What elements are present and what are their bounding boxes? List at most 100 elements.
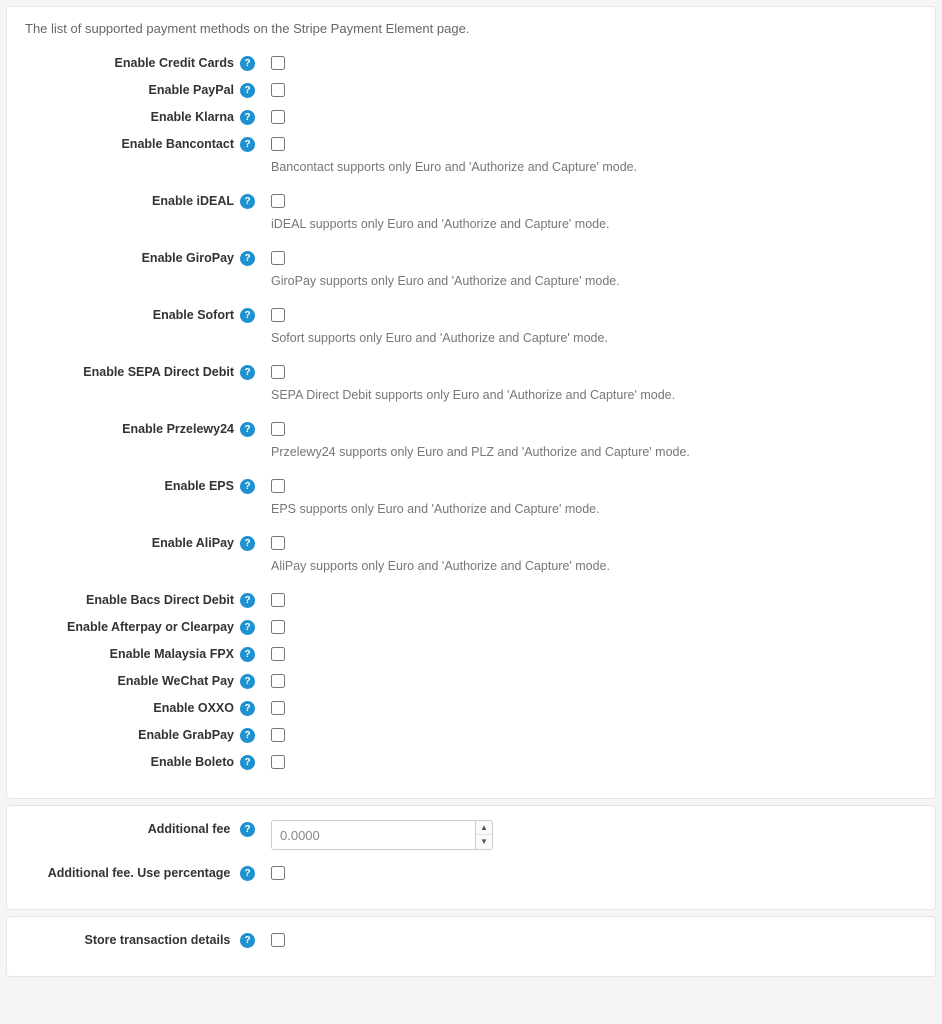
- option-checkbox-afterpay[interactable]: [271, 620, 285, 634]
- help-icon[interactable]: ?: [240, 83, 255, 98]
- option-label-ideal: Enable iDEAL: [152, 194, 234, 208]
- option-label-sepa: Enable SEPA Direct Debit: [83, 365, 234, 379]
- option-row-bancontact: Enable Bancontact?: [25, 135, 917, 154]
- option-label-grabpay: Enable GrabPay: [138, 728, 234, 742]
- help-icon[interactable]: ?: [240, 728, 255, 743]
- option-label-sofort: Enable Sofort: [153, 308, 234, 322]
- fees-panel: Additional fee ? ▲ ▼ Additional fee. Use…: [6, 805, 936, 910]
- option-row-klarna: Enable Klarna?: [25, 108, 917, 127]
- option-row-oxxo: Enable OXXO?: [25, 699, 917, 718]
- option-row-alipay: Enable AliPay?: [25, 534, 917, 553]
- help-icon[interactable]: ?: [240, 251, 255, 266]
- option-hint-p24: Przelewy24 supports only Euro and PLZ an…: [271, 445, 917, 459]
- intro-text: The list of supported payment methods on…: [25, 21, 917, 36]
- help-icon[interactable]: ?: [240, 593, 255, 608]
- option-checkbox-bancontact[interactable]: [271, 137, 285, 151]
- help-icon[interactable]: ?: [240, 647, 255, 662]
- spinner-down-icon[interactable]: ▼: [476, 835, 492, 849]
- option-row-credit: Enable Credit Cards?: [25, 54, 917, 73]
- option-checkbox-bacs[interactable]: [271, 593, 285, 607]
- option-label-oxxo: Enable OXXO: [153, 701, 234, 715]
- help-icon[interactable]: ?: [240, 620, 255, 635]
- use-percentage-label: Additional fee. Use percentage: [48, 866, 231, 880]
- option-row-grabpay: Enable GrabPay?: [25, 726, 917, 745]
- option-checkbox-alipay[interactable]: [271, 536, 285, 550]
- additional-fee-input[interactable]: [271, 820, 475, 850]
- option-checkbox-ideal[interactable]: [271, 194, 285, 208]
- option-hint-bancontact: Bancontact supports only Euro and 'Autho…: [271, 160, 917, 174]
- store-transaction-panel: Store transaction details ?: [6, 916, 936, 977]
- option-hint-ideal: iDEAL supports only Euro and 'Authorize …: [271, 217, 917, 231]
- option-checkbox-paypal[interactable]: [271, 83, 285, 97]
- help-icon[interactable]: ?: [240, 365, 255, 380]
- option-label-alipay: Enable AliPay: [152, 536, 234, 550]
- option-hint-eps: EPS supports only Euro and 'Authorize an…: [271, 502, 917, 516]
- additional-fee-spinner: ▲ ▼: [475, 820, 493, 850]
- store-transaction-row: Store transaction details ?: [25, 931, 917, 950]
- option-label-credit: Enable Credit Cards: [115, 56, 234, 70]
- help-icon[interactable]: ?: [240, 755, 255, 770]
- option-checkbox-wechat[interactable]: [271, 674, 285, 688]
- option-checkbox-klarna[interactable]: [271, 110, 285, 124]
- help-icon[interactable]: ?: [240, 822, 255, 837]
- option-label-p24: Enable Przelewy24: [122, 422, 234, 436]
- option-row-sofort: Enable Sofort?: [25, 306, 917, 325]
- option-row-boleto: Enable Boleto?: [25, 753, 917, 772]
- help-icon[interactable]: ?: [240, 536, 255, 551]
- option-checkbox-p24[interactable]: [271, 422, 285, 436]
- option-label-wechat: Enable WeChat Pay: [118, 674, 234, 688]
- help-icon[interactable]: ?: [240, 422, 255, 437]
- option-checkbox-sepa[interactable]: [271, 365, 285, 379]
- store-transaction-label: Store transaction details: [85, 933, 231, 947]
- option-checkbox-giropay[interactable]: [271, 251, 285, 265]
- help-icon[interactable]: ?: [240, 933, 255, 948]
- help-icon[interactable]: ?: [240, 137, 255, 152]
- store-transaction-checkbox[interactable]: [271, 933, 285, 947]
- payment-methods-panel: The list of supported payment methods on…: [6, 6, 936, 799]
- help-icon[interactable]: ?: [240, 56, 255, 71]
- option-row-afterpay: Enable Afterpay or Clearpay?: [25, 618, 917, 637]
- option-hint-sofort: Sofort supports only Euro and 'Authorize…: [271, 331, 917, 345]
- option-row-fpx: Enable Malaysia FPX?: [25, 645, 917, 664]
- option-hint-sepa: SEPA Direct Debit supports only Euro and…: [271, 388, 917, 402]
- option-label-fpx: Enable Malaysia FPX: [110, 647, 234, 661]
- option-checkbox-fpx[interactable]: [271, 647, 285, 661]
- help-icon[interactable]: ?: [240, 674, 255, 689]
- help-icon[interactable]: ?: [240, 866, 255, 881]
- help-icon[interactable]: ?: [240, 194, 255, 209]
- option-row-ideal: Enable iDEAL?: [25, 192, 917, 211]
- option-checkbox-sofort[interactable]: [271, 308, 285, 322]
- option-label-bancontact: Enable Bancontact: [121, 137, 234, 151]
- option-hint-alipay: AliPay supports only Euro and 'Authorize…: [271, 559, 917, 573]
- option-label-paypal: Enable PayPal: [149, 83, 234, 97]
- option-checkbox-grabpay[interactable]: [271, 728, 285, 742]
- option-label-afterpay: Enable Afterpay or Clearpay: [67, 620, 234, 634]
- option-hint-giropay: GiroPay supports only Euro and 'Authoriz…: [271, 274, 917, 288]
- option-row-p24: Enable Przelewy24?: [25, 420, 917, 439]
- help-icon[interactable]: ?: [240, 701, 255, 716]
- spinner-up-icon[interactable]: ▲: [476, 821, 492, 835]
- option-label-eps: Enable EPS: [165, 479, 234, 493]
- additional-fee-label: Additional fee: [148, 822, 231, 836]
- option-label-klarna: Enable Klarna: [151, 110, 234, 124]
- help-icon[interactable]: ?: [240, 308, 255, 323]
- option-checkbox-credit[interactable]: [271, 56, 285, 70]
- use-percentage-row: Additional fee. Use percentage ?: [25, 864, 917, 883]
- option-label-bacs: Enable Bacs Direct Debit: [86, 593, 234, 607]
- option-checkbox-boleto[interactable]: [271, 755, 285, 769]
- help-icon[interactable]: ?: [240, 479, 255, 494]
- option-row-eps: Enable EPS?: [25, 477, 917, 496]
- option-checkbox-eps[interactable]: [271, 479, 285, 493]
- option-checkbox-oxxo[interactable]: [271, 701, 285, 715]
- option-row-sepa: Enable SEPA Direct Debit?: [25, 363, 917, 382]
- option-row-bacs: Enable Bacs Direct Debit?: [25, 591, 917, 610]
- use-percentage-checkbox[interactable]: [271, 866, 285, 880]
- help-icon[interactable]: ?: [240, 110, 255, 125]
- option-row-giropay: Enable GiroPay?: [25, 249, 917, 268]
- option-row-paypal: Enable PayPal?: [25, 81, 917, 100]
- additional-fee-input-wrap: ▲ ▼: [271, 820, 493, 850]
- additional-fee-row: Additional fee ? ▲ ▼: [25, 820, 917, 850]
- option-label-boleto: Enable Boleto: [151, 755, 234, 769]
- option-label-giropay: Enable GiroPay: [142, 251, 234, 265]
- option-row-wechat: Enable WeChat Pay?: [25, 672, 917, 691]
